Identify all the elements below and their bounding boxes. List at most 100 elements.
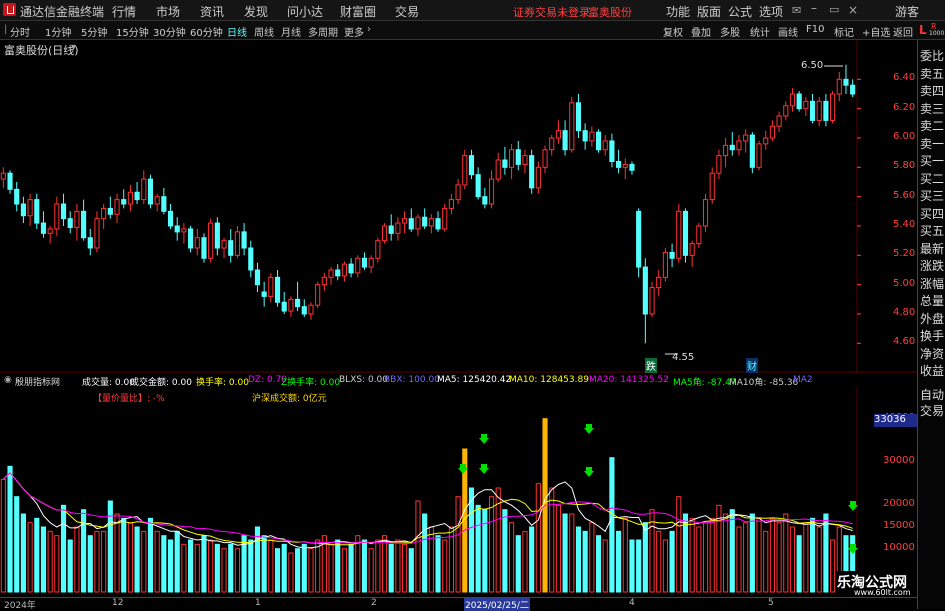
- kline-chart[interactable]: [0, 0, 917, 609]
- x-label-1: 1: [255, 598, 261, 608]
- candle-body: [622, 163, 628, 168]
- candle: [830, 91, 836, 124]
- candle: [662, 248, 668, 282]
- candle: [749, 132, 755, 174]
- volume-bar: [295, 548, 301, 593]
- candle: [575, 94, 582, 138]
- sidebar-item[interactable]: 委比: [920, 47, 944, 64]
- candle-body: [228, 240, 234, 256]
- volume-bar: [656, 530, 662, 593]
- sidebar-item[interactable]: 涨跌: [920, 257, 944, 274]
- candle-body: [836, 78, 842, 95]
- sidebar-item[interactable]: 换手: [920, 327, 944, 344]
- volume-bar: [134, 526, 140, 593]
- x-label-4: 4: [629, 598, 635, 608]
- candle-body: [288, 298, 294, 312]
- candle-body: [468, 155, 475, 176]
- candle-body: [308, 304, 314, 315]
- indicator-item: MA5角: -87.47: [673, 378, 737, 388]
- candle: [488, 170, 495, 209]
- candle: [589, 126, 595, 147]
- candle-body: [107, 207, 113, 215]
- candle-body: [448, 199, 454, 209]
- sidebar-corner-l[interactable]: L: [919, 23, 927, 37]
- event-marker-die[interactable]: 跌: [645, 358, 657, 373]
- volume-bar: [127, 522, 133, 593]
- volume-bar: [415, 500, 421, 593]
- candle: [368, 255, 374, 273]
- candle-body: [569, 102, 575, 151]
- candle: [20, 196, 26, 224]
- candle-body: [629, 163, 635, 171]
- volume-bar: [736, 526, 742, 593]
- sidebar-item[interactable]: 卖三: [920, 100, 944, 117]
- sidebar-item[interactable]: 卖四: [920, 82, 944, 99]
- candle-body: [582, 130, 588, 142]
- candle: [669, 243, 675, 268]
- candle: [629, 161, 635, 175]
- sidebar-item[interactable]: 买五: [920, 222, 944, 239]
- indicator-item: BBX: 100.00: [384, 375, 440, 385]
- candle: [676, 204, 682, 263]
- candle: [94, 211, 100, 253]
- candle: [214, 217, 220, 256]
- candle: [435, 211, 441, 232]
- sidebar-item[interactable]: 买三: [920, 187, 944, 204]
- candle: [7, 170, 13, 194]
- candle-body: [729, 144, 735, 151]
- sidebar-item[interactable]: 卖五: [920, 65, 944, 82]
- volume-bar: [395, 539, 401, 593]
- candle-body: [830, 93, 836, 121]
- sidebar-trade[interactable]: 交易: [920, 402, 944, 419]
- candle-body: [335, 269, 341, 277]
- candle-body: [488, 178, 495, 205]
- sidebar-item[interactable]: 外盘: [920, 310, 944, 327]
- sidebar-item[interactable]: 卖二: [920, 117, 944, 134]
- candle-body: [756, 143, 762, 168]
- volume-bar: [248, 539, 254, 593]
- candle: [208, 218, 214, 263]
- volume-bar: [502, 509, 508, 593]
- candle-body: [315, 284, 321, 306]
- sidebar-item[interactable]: 收益: [920, 362, 944, 379]
- event-marker-cai[interactable]: 财: [746, 358, 758, 373]
- volume-bar: [509, 522, 515, 593]
- indicator-item: MA10: 128453.89: [509, 375, 589, 385]
- candle: [74, 204, 80, 241]
- candle-body: [40, 222, 47, 234]
- indicator-settings-icon[interactable]: ◉: [4, 375, 12, 385]
- candle: [729, 132, 735, 156]
- candle: [696, 223, 702, 248]
- sidebar-item[interactable]: 涨幅: [920, 275, 944, 292]
- sidebar-item[interactable]: 最新: [920, 240, 944, 257]
- sidebar-item[interactable]: 卖一: [920, 135, 944, 152]
- sidebar-item[interactable]: 买二: [920, 170, 944, 187]
- volume-bar: [756, 517, 762, 593]
- sidebar-item[interactable]: 总量: [920, 292, 944, 309]
- candle: [549, 135, 555, 156]
- indicator-item: MA20: 141325.52: [589, 375, 669, 385]
- candle: [388, 214, 394, 241]
- volume-bar: [375, 539, 381, 593]
- volume-bar: [702, 522, 709, 593]
- sidebar-auto[interactable]: 自动: [920, 386, 944, 403]
- candle: [201, 233, 207, 263]
- candle: [803, 96, 809, 116]
- quote-sidebar: L R 1000 委比 卖五 卖四 卖三 卖二 卖一 买一 买二 买三 买四 买五 最新 涨跌 涨幅 总量外…: [917, 22, 945, 609]
- price-tick-label: 6.20: [893, 101, 916, 113]
- x-label-12: 12: [112, 598, 124, 608]
- volume-current-value: 33036: [874, 414, 917, 427]
- sidebar-item[interactable]: 净资: [920, 345, 944, 362]
- sidebar-item[interactable]: 买一: [920, 152, 944, 169]
- candle-body: [388, 225, 394, 234]
- candle: [509, 143, 515, 180]
- candle-body: [716, 155, 722, 174]
- indicator-name[interactable]: 殷朋指标网: [15, 375, 60, 388]
- sidebar-item[interactable]: 买四: [920, 205, 944, 222]
- volume-bar: [14, 496, 20, 593]
- watermark-url: www.60lt.com: [854, 588, 911, 597]
- price-tick-label: 6.00: [893, 131, 916, 142]
- candle-body: [248, 247, 254, 271]
- indicator-item: Z换手率: 0.00: [281, 378, 341, 388]
- volume-bar: [669, 530, 675, 593]
